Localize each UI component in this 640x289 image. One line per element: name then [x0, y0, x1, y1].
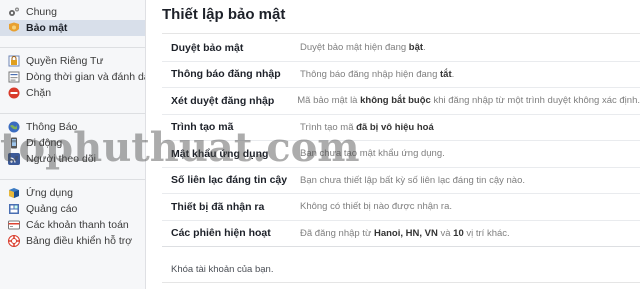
settings-row-label: Trình tạo mã	[171, 121, 234, 134]
settings-row-value: Mã bảo mật là không bắt buộc khi đăng nh…	[297, 95, 640, 106]
sidebar-group: Ứng dụng Quảng cáo Các khoản thanh toán Bản…	[0, 185, 145, 249]
sidebar-item[interactable]: Người theo dõi	[0, 151, 145, 167]
value-emphasis: Hanoi, HN, VN	[373, 227, 438, 239]
settings-row-value: Bạn chưa thiết lập bất kỳ số liên lạc đá…	[300, 175, 525, 186]
sidebar-item-label: Quyền Riêng Tư	[26, 55, 104, 67]
value-text: Không có thiết bị nào được nhận ra.	[300, 201, 453, 213]
settings-row-label: Thông báo đăng nhập	[171, 68, 281, 81]
sidebar-group: Chung Bảo mật	[0, 4, 145, 36]
settings-sidebar: Chung Bảo mật Quyền Riêng Tư Dòng thời gian…	[0, 0, 146, 289]
settings-row-label: Mật khẩu ứng dụng	[171, 147, 269, 160]
sidebar-item[interactable]: Các khoản thanh toán	[0, 217, 145, 233]
value-text: .	[423, 42, 426, 54]
value-text: Mã bảo mật là	[297, 95, 361, 107]
block-icon	[8, 87, 20, 99]
title-divider	[162, 33, 640, 34]
settings-row[interactable]: Thiết bị đã nhận ra Không có thiết bị nào…	[162, 194, 640, 221]
bottom-divider	[162, 282, 640, 283]
settings-row-value: Đã đăng nhập từ Hanoi, HN, VN và 10 vị t…	[300, 228, 510, 239]
value-emphasis: bật	[408, 42, 424, 54]
settings-row-value: Thông báo đăng nhập hiện đang tắt.	[300, 69, 454, 80]
value-text: vị trí khác.	[463, 227, 510, 239]
value-text: khi đăng nhập từ một trình duyệt không x…	[430, 95, 640, 107]
settings-row-value: Trình tạo mã đã bị vô hiệu hoá	[300, 122, 434, 133]
page-title: Thiết lập bảo mật	[162, 6, 286, 23]
value-text: Trình tạo mã	[300, 121, 357, 133]
mobile-icon	[8, 137, 20, 149]
sidebar-item[interactable]: Chung	[0, 4, 145, 20]
payment-icon	[8, 219, 20, 231]
value-text: Duyệt bảo mật hiện đang	[300, 42, 409, 54]
settings-row-label: Các phiên hiện hoạt	[171, 227, 271, 240]
sidebar-item-label: Thông Báo	[26, 121, 78, 133]
sidebar-item-label: Chung	[26, 6, 57, 18]
sidebar-item-label: Quảng cáo	[26, 203, 78, 215]
sidebar-item-label: Bảo mật	[26, 22, 68, 34]
timeline-icon	[8, 71, 20, 83]
sidebar-divider	[0, 179, 145, 180]
settings-row[interactable]: Xét duyệt đăng nhập Mã bảo mật là không b…	[162, 88, 640, 115]
rss-icon	[8, 153, 20, 165]
sidebar-item-label: Các khoản thanh toán	[26, 219, 129, 231]
value-text: Bạn chưa thiết lập bất kỳ số liên lạc đá…	[300, 174, 525, 186]
settings-row-label: Xét duyệt đăng nhập	[171, 94, 275, 107]
sidebar-item[interactable]: Ứng dụng	[0, 185, 145, 201]
sidebar-item[interactable]: Quyền Riêng Tư	[0, 53, 145, 69]
settings-row[interactable]: Trình tạo mã Trình tạo mã đã bị vô hiệu h…	[162, 115, 640, 141]
sidebar-item[interactable]: Dòng thời gian và đánh dấu	[0, 69, 145, 85]
value-text: và	[437, 227, 454, 239]
sidebar-item-label: Dòng thời gian và đánh dấu	[26, 71, 145, 83]
main-content: Thiết lập bảo mật Duyệt bảo mật Duyệt bảo…	[147, 0, 640, 289]
value-emphasis: không bắt buộc	[360, 95, 431, 107]
value-emphasis: 10	[453, 227, 464, 239]
settings-row-value: Duyệt bảo mật hiện đang bật.	[300, 42, 426, 53]
sidebar-item-label: Bảng điều khiển hỗ trợ	[26, 235, 133, 247]
sidebar-group: Thông Báo Di động Người theo dõi	[0, 119, 145, 167]
value-text: Bạn chưa tạo mật khẩu ứng dụng.	[300, 148, 445, 160]
sidebar-item[interactable]: Quảng cáo	[0, 201, 145, 217]
deactivate-account-link[interactable]: Khóa tài khoản của bạn.	[171, 264, 273, 275]
value-text: Thông báo đăng nhập hiện đang	[300, 68, 440, 80]
settings-row-label: Thiết bị đã nhận ra	[171, 200, 265, 213]
sidebar-item[interactable]: Bảng điều khiển hỗ trợ	[0, 233, 145, 249]
settings-row[interactable]: Mật khẩu ứng dụng Bạn chưa tạo mật khẩu ứ…	[162, 141, 640, 168]
sidebar-item-label: Ứng dụng	[26, 187, 73, 199]
value-text: Đã đăng nhập từ	[300, 227, 374, 239]
settings-row[interactable]: Thông báo đăng nhập Thông báo đăng nhập h…	[162, 62, 640, 88]
sidebar-divider	[0, 113, 145, 114]
sidebar-item[interactable]: Chặn	[0, 85, 145, 101]
lock-icon	[8, 55, 20, 67]
settings-row-value: Bạn chưa tạo mật khẩu ứng dụng.	[300, 148, 445, 159]
ads-icon	[8, 203, 20, 215]
sidebar-item[interactable]: Thông Báo	[0, 119, 145, 135]
sidebar-item-label: Người theo dõi	[26, 153, 96, 165]
sidebar-group: Quyền Riêng Tư Dòng thời gian và đánh dấu…	[0, 53, 145, 101]
settings-row[interactable]: Số liên lạc đáng tin cậy Bạn chưa thiết l…	[162, 168, 640, 194]
gear-icon	[8, 6, 20, 18]
settings-row-label: Số liên lạc đáng tin cậy	[171, 174, 288, 187]
sidebar-item-label: Chặn	[26, 87, 52, 99]
settings-row-value: Không có thiết bị nào được nhận ra.	[300, 201, 452, 212]
shield-badge-icon	[8, 22, 20, 34]
value-emphasis: tắt	[440, 68, 452, 80]
sidebar-item[interactable]: Bảo mật	[0, 20, 145, 36]
sidebar-divider	[0, 47, 145, 48]
settings-row-label: Duyệt bảo mật	[171, 41, 244, 54]
value-text: .	[451, 68, 455, 80]
sidebar-item-label: Di động	[26, 137, 63, 149]
value-emphasis: đã bị vô hiệu hoá	[356, 121, 434, 133]
security-settings-list: Duyệt bảo mật Duyệt bảo mật hiện đang bật…	[162, 35, 640, 247]
support-icon	[8, 235, 20, 247]
sidebar-item[interactable]: Di động	[0, 135, 145, 151]
globe-icon	[8, 121, 20, 133]
settings-row[interactable]: Các phiên hiện hoạt Đã đăng nhập từ Hanoi…	[162, 221, 640, 247]
settings-row[interactable]: Duyệt bảo mật Duyệt bảo mật hiện đang bật…	[162, 35, 640, 62]
apps-icon	[8, 187, 20, 199]
